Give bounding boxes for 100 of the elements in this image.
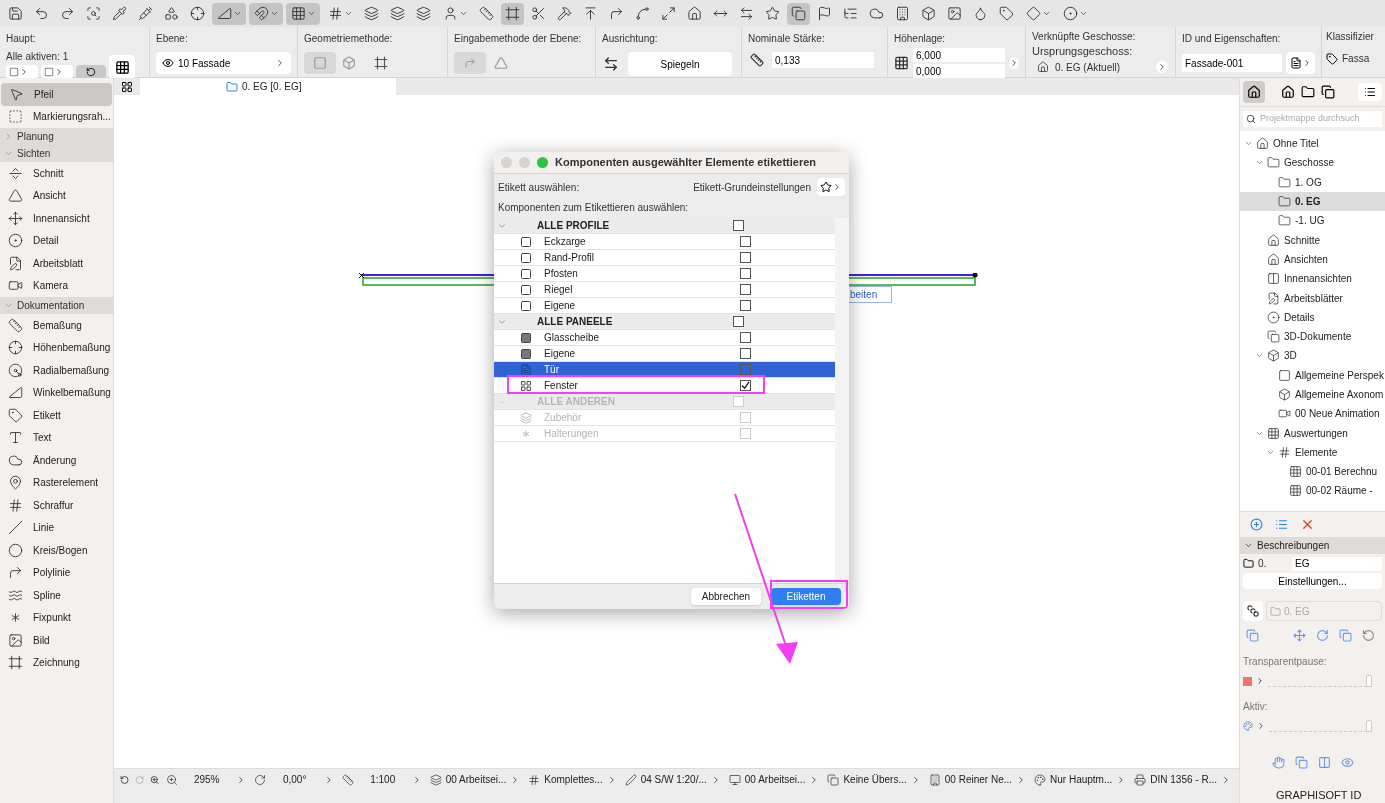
tool-item[interactable]: Kamera xyxy=(0,274,113,297)
brand-label[interactable]: GRAPHISOFT ID xyxy=(1276,786,1362,803)
tool-item[interactable]: Pfeil xyxy=(1,83,112,106)
status-dropdown[interactable]: 00 Arbeitsei... xyxy=(429,772,523,787)
component-row[interactable]: Pfosten xyxy=(494,266,835,282)
panel-header[interactable]: Beschreibungen xyxy=(1240,537,1385,554)
navigator-item[interactable]: Allgemeine Perspek xyxy=(1240,365,1385,385)
field-label: Alle aktiven: 1 xyxy=(6,50,70,64)
field-label: 0. EG (Aktuell) xyxy=(1055,60,1122,74)
tool-item[interactable]: Zeichnung xyxy=(0,651,113,674)
dialog-button[interactable]: Etiketten xyxy=(771,588,841,605)
tool-item[interactable]: Text xyxy=(0,426,113,449)
field-label: Etikett auswählen: xyxy=(498,180,581,195)
field-label: Ausrichtung: xyxy=(602,32,659,46)
navigator-item[interactable]: 1. OG xyxy=(1240,172,1385,192)
navigator-item[interactable]: Ohne Titel xyxy=(1240,134,1385,154)
component-row[interactable]: Rand-Profil xyxy=(494,250,835,266)
view-tab[interactable]: 0. EG [0. EG] xyxy=(140,78,396,95)
elevation-field[interactable]: 6,000 xyxy=(913,48,1005,62)
dialog-button[interactable]: Abbrechen xyxy=(691,588,761,605)
window-title: Komponenten ausgewählter Elemente etikettieren xyxy=(555,155,816,171)
field-label: Nominale Stärke: xyxy=(748,32,826,46)
navigator-item[interactable]: 00-01 Berechnu xyxy=(1240,462,1385,482)
navigator-item[interactable]: Allgemeine Axonom xyxy=(1240,384,1385,405)
tool-item[interactable]: Winkelbemaßung xyxy=(0,381,113,404)
toolbox-section[interactable]: Planung xyxy=(0,128,113,145)
status-dropdown[interactable]: 04 S/W 1:20/... xyxy=(624,772,723,787)
component-row[interactable]: Eigene xyxy=(494,298,835,314)
navigator-item[interactable]: Ansichten xyxy=(1240,249,1385,270)
component-row[interactable]: ALLE PROFILE xyxy=(494,218,835,234)
status-dropdown[interactable]: 1:100 xyxy=(341,772,424,787)
component-row[interactable]: Tür xyxy=(494,362,835,378)
field-label: Höhenlage: xyxy=(894,32,947,46)
thickness-field[interactable]: 0,133 xyxy=(772,52,874,68)
navigator-item[interactable]: 3D xyxy=(1240,346,1385,366)
field-label: Verknüpfte Geschosse: xyxy=(1032,31,1137,43)
navigator-item[interactable]: Details xyxy=(1240,307,1385,327)
tool-item[interactable]: Radialbemaßung xyxy=(0,359,113,382)
navigator-item[interactable]: Schnitte xyxy=(1240,230,1385,250)
status-dropdown[interactable]: DIN 1356 - R... xyxy=(1134,772,1233,787)
navigator-item[interactable]: Innenansichten xyxy=(1240,269,1385,289)
tool-item[interactable]: Bemaßung xyxy=(0,314,113,337)
field-label: Fassa xyxy=(1342,52,1370,66)
component-row[interactable]: Fenster xyxy=(494,378,835,394)
toolbox-section[interactable]: Dokumentation xyxy=(0,297,113,314)
navigator-item[interactable]: 3D-Dokumente xyxy=(1240,326,1385,347)
field-label: Komponenten zum Etikettieren auswählen: xyxy=(498,200,689,215)
status-dropdown[interactable]: Keine Übers... xyxy=(827,772,923,787)
tool-item[interactable]: Änderung xyxy=(0,449,113,472)
elevation-field[interactable]: 0,000 xyxy=(913,64,1005,78)
tool-item[interactable]: Markierungsrah... xyxy=(0,105,113,128)
status-dropdown[interactable]: 0,00° xyxy=(253,772,336,787)
field-label: Ebene: xyxy=(156,32,189,46)
tool-item[interactable]: Schnitt xyxy=(0,162,113,185)
tool-item[interactable]: Etikett xyxy=(0,404,113,427)
id-field[interactable]: Fassade-001 xyxy=(1182,54,1283,72)
field-label: Geometriemethode: xyxy=(304,32,394,46)
mirror-button[interactable]: Spiegeln xyxy=(628,52,732,76)
status-dropdown[interactable]: Nur Hauptm... xyxy=(1034,772,1129,787)
component-row[interactable]: ALLE PANEELE xyxy=(494,314,835,330)
canvas-label: beiten xyxy=(848,286,892,303)
field-label: Klassifizier xyxy=(1326,31,1375,43)
component-row[interactable]: Eigene xyxy=(494,346,835,362)
navigator-item[interactable]: -1. UG xyxy=(1240,211,1385,231)
navigator-item[interactable]: 00-02 Räume - xyxy=(1240,481,1385,501)
field-label: Eingabemethode der Ebene: xyxy=(454,32,583,46)
component-row[interactable]: Eckzarge xyxy=(494,234,835,250)
field-label: Haupt: xyxy=(6,32,37,46)
navigator-item[interactable]: Arbeitsblätter xyxy=(1240,288,1385,308)
navigator-item[interactable]: 0. EG xyxy=(1240,191,1385,212)
tool-item[interactable]: Linie xyxy=(0,516,113,539)
status-dropdown[interactable]: 295% xyxy=(165,772,248,787)
field-label: 0. xyxy=(1258,557,1268,571)
field-label: Etikett-Grundeinstellungen xyxy=(693,180,811,195)
navigator-item[interactable]: Elemente xyxy=(1240,442,1385,463)
tool-item[interactable]: Rasterelement xyxy=(0,471,113,494)
tool-item[interactable]: Ansicht xyxy=(0,184,113,207)
name-field[interactable]: EG xyxy=(1292,556,1382,571)
toolbox-section[interactable]: Sichten xyxy=(0,145,113,162)
component-row[interactable]: Glasscheibe xyxy=(494,330,835,346)
status-dropdown[interactable]: 00 Arbeitsei... xyxy=(728,772,822,787)
tool-item[interactable]: Schraffur xyxy=(0,494,113,517)
tool-item[interactable]: Polylinie xyxy=(0,561,113,584)
status-dropdown[interactable]: Komplettes... xyxy=(528,772,619,787)
tool-item[interactable]: Detail xyxy=(0,229,113,252)
layer-dropdown[interactable]: 10 Fassade xyxy=(156,52,291,74)
component-row[interactable]: Riegel xyxy=(494,282,835,298)
field-label: Aktiv: xyxy=(1242,700,1269,714)
tool-item[interactable]: Spline xyxy=(0,584,113,607)
status-dropdown[interactable]: 00 Reiner Ne... xyxy=(928,772,1029,787)
navigator-item[interactable]: Auswertungen xyxy=(1240,423,1385,443)
tool-item[interactable]: Höhenbemaßung xyxy=(0,336,113,359)
tool-item[interactable]: Fixpunkt xyxy=(0,606,113,629)
tool-item[interactable]: Kreis/Bogen xyxy=(0,539,113,562)
navigator-item[interactable]: Geschosse xyxy=(1240,153,1385,173)
settings-button[interactable]: Einstellungen... xyxy=(1243,573,1382,589)
tool-item[interactable]: Innenansicht xyxy=(0,207,113,230)
tool-item[interactable]: Bild xyxy=(0,629,113,652)
navigator-item[interactable]: 00 Neue Animation xyxy=(1240,404,1385,424)
tool-item[interactable]: Arbeitsblatt xyxy=(0,252,113,275)
